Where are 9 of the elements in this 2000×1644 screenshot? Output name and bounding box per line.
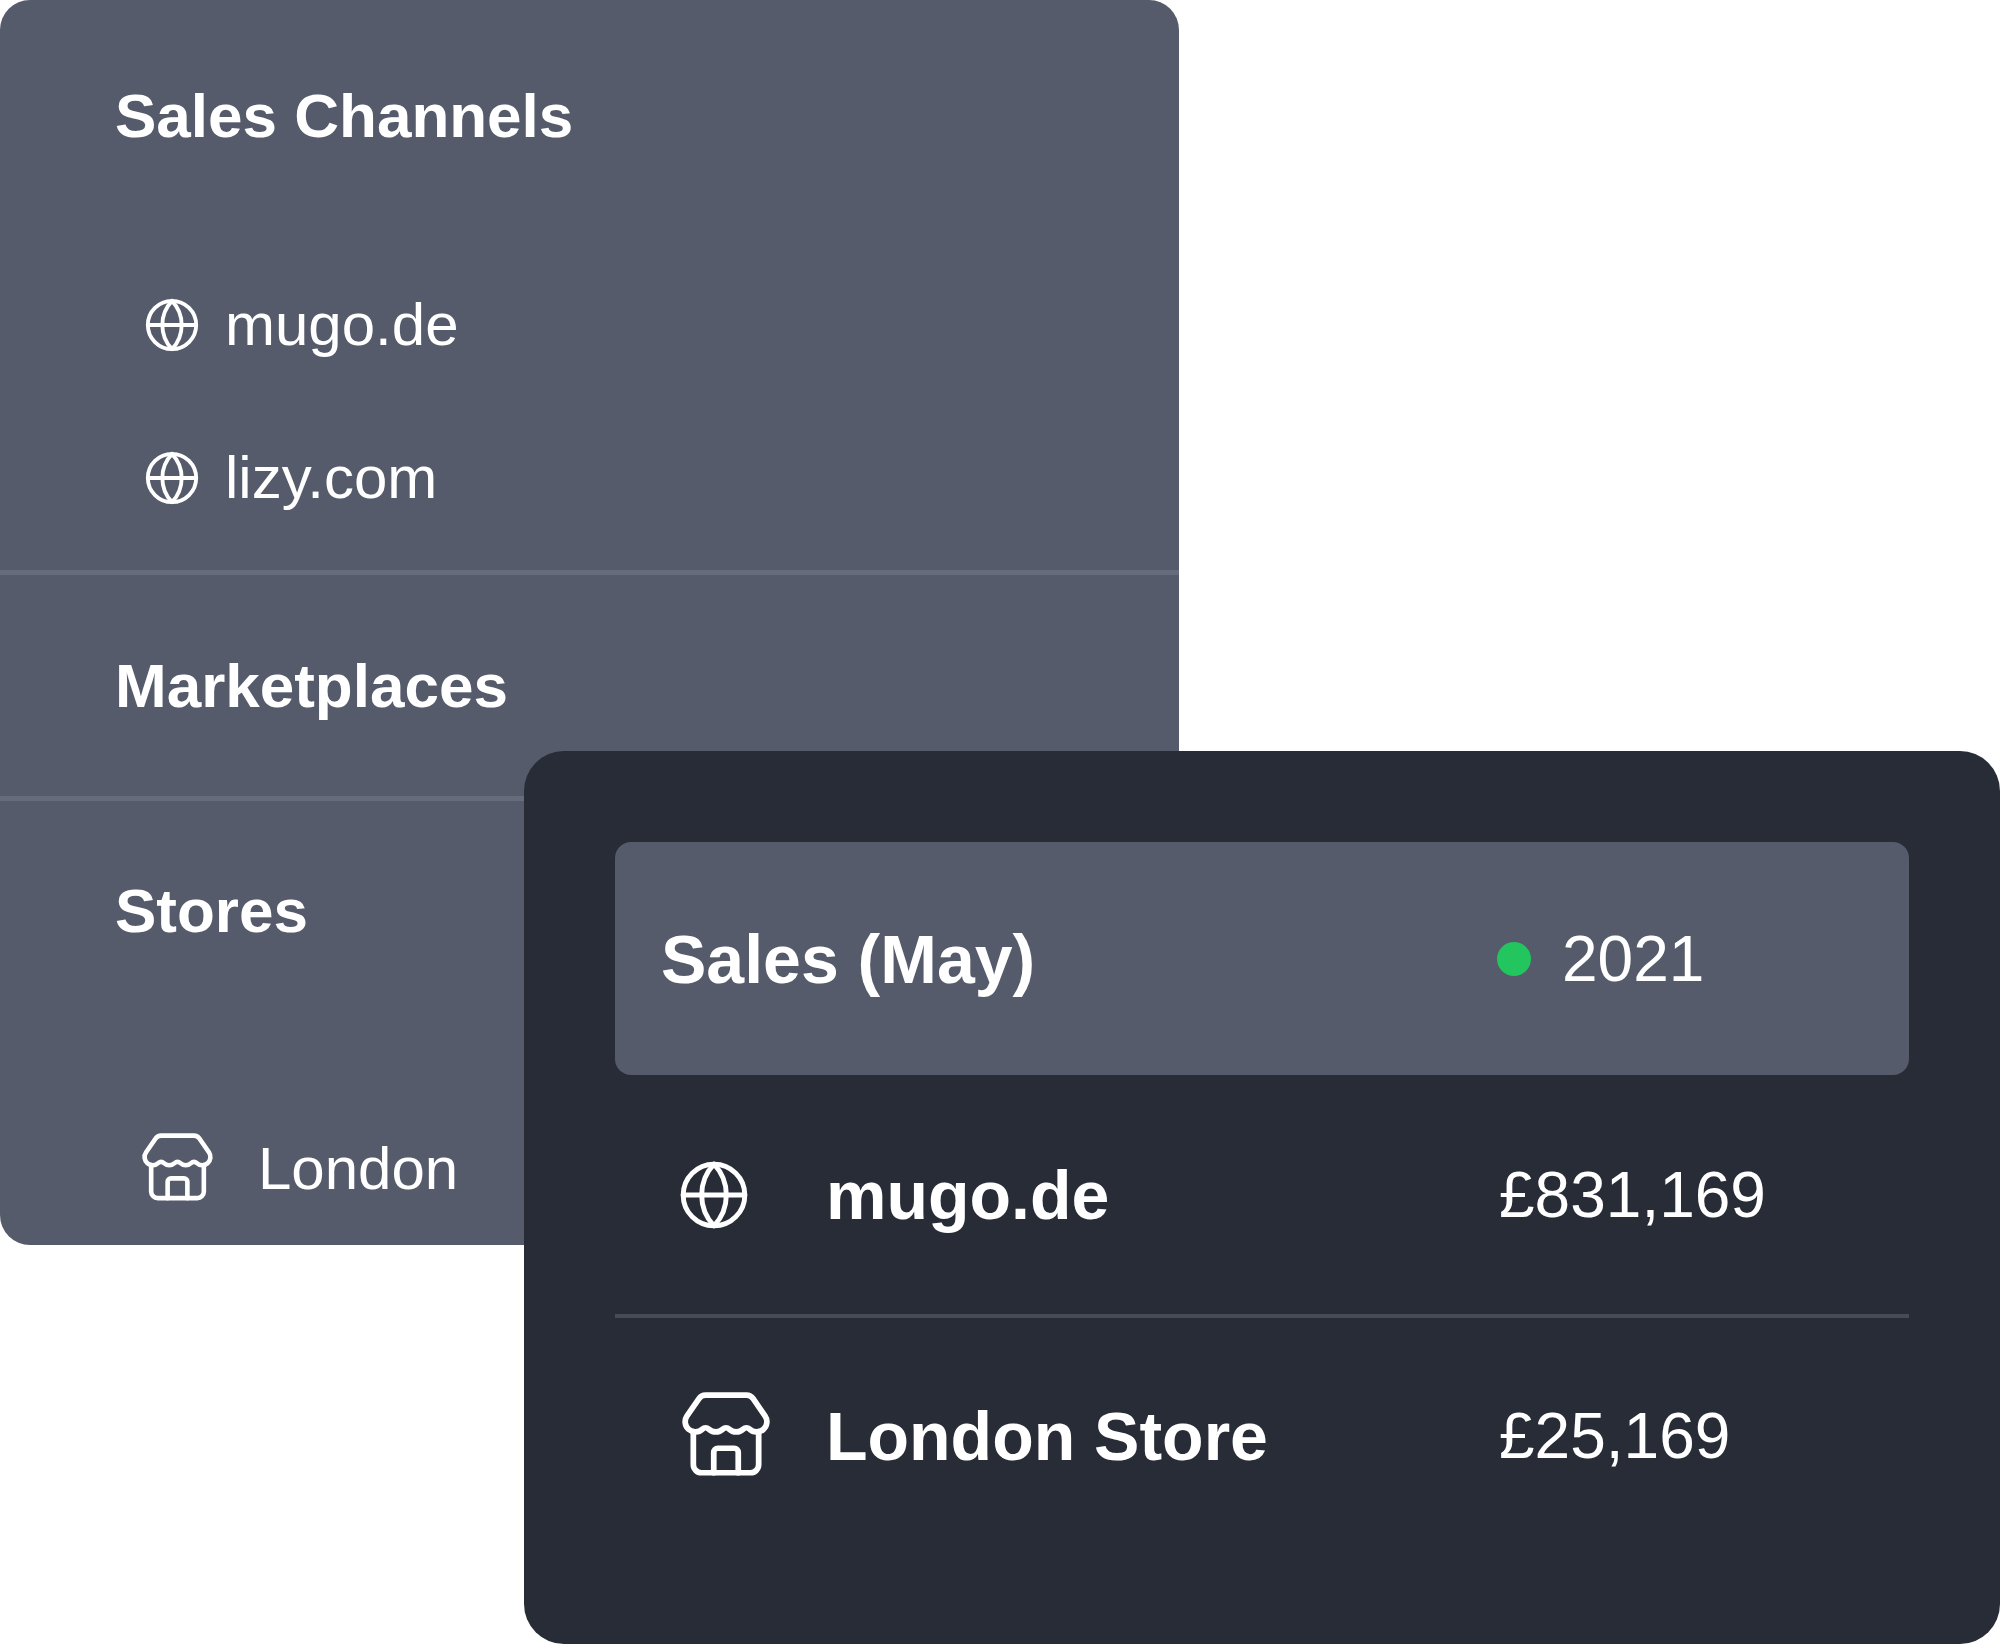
- sales-amount: £25,169: [1499, 1403, 1731, 1468]
- section-heading: Stores: [115, 880, 309, 942]
- channel-item[interactable]: lizy.com: [115, 401, 438, 554]
- channel-name: London Store: [826, 1401, 1269, 1470]
- year-label: 2021: [1562, 926, 1705, 991]
- channel-item[interactable]: London: [115, 1092, 459, 1245]
- channel-item[interactable]: mugo.de: [115, 248, 459, 401]
- sales-amount: £831,169: [1499, 1162, 1766, 1227]
- section-heading: Sales Channels: [115, 85, 575, 147]
